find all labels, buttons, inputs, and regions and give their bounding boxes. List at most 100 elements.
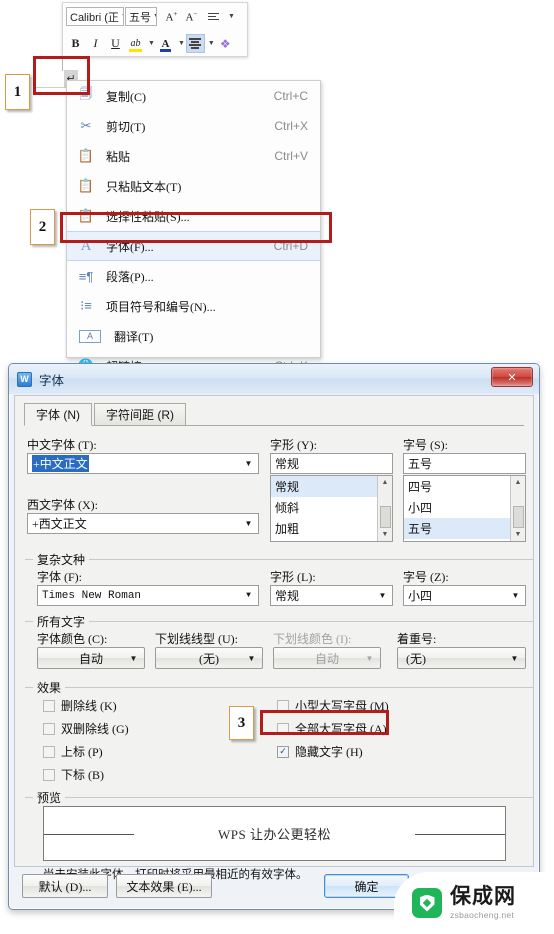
underline-color-combo: 自动 ▼ <box>273 647 381 669</box>
western-font-combo[interactable]: +西文正文 ▼ <box>27 513 259 534</box>
menu-item-label: 剪切(T) <box>106 119 146 134</box>
menu-item-paste[interactable]: 📋 粘贴 Ctrl+V <box>67 141 320 171</box>
chevron-down-icon[interactable]: ▼ <box>507 650 522 667</box>
checkbox-box[interactable]: ✓ <box>277 745 289 758</box>
font-color-button[interactable]: A <box>156 34 175 53</box>
emphasis-label: 着重号: <box>397 632 437 646</box>
list-item[interactable]: 五号 <box>404 518 525 539</box>
checkbox-box[interactable] <box>43 768 55 781</box>
checkbox-subscript[interactable]: 下标 (B) <box>43 765 223 784</box>
font-size-value: 五号 <box>408 457 433 471</box>
chevron-down-icon[interactable]: ▼ <box>241 515 256 532</box>
underline-button[interactable]: U <box>106 34 125 53</box>
checkbox-box[interactable] <box>43 722 55 735</box>
watermark-name-en: zsbaocheng.net <box>450 910 515 921</box>
font-color-value: 自动 <box>78 651 103 666</box>
close-icon: ✕ <box>507 371 517 384</box>
scroll-up-icon[interactable]: ▲ <box>515 476 522 489</box>
tab-font[interactable]: 字体 (N) <box>24 403 92 426</box>
cs-style-combo[interactable]: 常规 ▼ <box>270 585 393 606</box>
list-item[interactable]: 加粗 <box>271 518 392 539</box>
scissors-icon: ✂ <box>80 118 92 133</box>
checkbox-superscript[interactable]: 上标 (P) <box>43 742 223 761</box>
checkbox-box[interactable] <box>43 745 55 758</box>
chevron-down-icon[interactable]: ▼ <box>178 40 185 47</box>
scroll-down-icon[interactable]: ▼ <box>382 528 389 541</box>
chevron-down-icon[interactable]: ▼ <box>208 40 215 47</box>
checkbox-strikethrough[interactable]: 删除线 (K) <box>43 696 223 715</box>
cs-size-value: 小四 <box>408 589 433 603</box>
underline-style-combo[interactable]: (无) ▼ <box>155 647 263 669</box>
cs-size-combo[interactable]: 小四 ▼ <box>403 585 526 606</box>
scroll-down-icon[interactable]: ▼ <box>515 528 522 541</box>
tab-label: 字体 (N) <box>36 408 80 422</box>
emphasis-combo[interactable]: (无) ▼ <box>397 647 526 669</box>
menu-item-paste-text-only[interactable]: 📋 只粘贴文本(T) <box>67 171 320 201</box>
font-name-combo[interactable]: Calibri (正 ▼ <box>66 7 124 26</box>
grow-font-button[interactable]: A+ <box>162 7 181 26</box>
chevron-down-icon[interactable]: ▼ <box>508 587 523 604</box>
chevron-down-icon[interactable]: ▼ <box>375 587 390 604</box>
align-center-icon <box>189 38 202 49</box>
checkbox-double-strikethrough[interactable]: 双删除线 (G) <box>43 719 223 738</box>
font-style-listbox[interactable]: 常规 倾斜 加粗 ▲ ▼ <box>270 475 393 542</box>
font-size-input[interactable]: 五号 <box>403 453 526 474</box>
menu-item-cut[interactable]: ✂ 剪切(T) Ctrl+X <box>67 111 320 141</box>
chinese-font-value: +中文正文 <box>32 455 89 472</box>
checkbox-hidden-text[interactable]: ✓ 隐藏文字 (H) <box>277 742 477 761</box>
close-button[interactable]: ✕ <box>491 367 533 387</box>
clear-format-button[interactable] <box>202 7 225 26</box>
watermark-text: 保成网 zsbaocheng.net <box>450 886 516 920</box>
menu-item-bullets-numbering[interactable]: ⁝≡ 项目符号和编号(N)... <box>67 291 320 321</box>
default-button[interactable]: 默认 (D)... <box>22 874 108 898</box>
checkbox-label: 删除线 (K) <box>61 699 117 713</box>
font-size-listbox[interactable]: 四号 小四 五号 ▲ ▼ <box>403 475 526 542</box>
chevron-down-icon[interactable]: ▼ <box>126 650 141 667</box>
annotation-box-2 <box>60 212 332 243</box>
font-style-input[interactable]: 常规 <box>270 453 393 474</box>
effects-title: 效果 <box>33 679 66 696</box>
preview-rule-left <box>44 834 134 835</box>
underline-style-value: (无) <box>199 651 219 666</box>
font-size-label: 字号 (S): <box>403 438 449 452</box>
align-button[interactable] <box>185 34 205 53</box>
chevron-down-icon[interactable]: ▼ <box>241 587 256 604</box>
all-text-title: 所有文字 <box>33 613 90 630</box>
chevron-down-icon[interactable]: ▼ <box>228 13 235 20</box>
menu-item-translate[interactable]: A 翻译(T) <box>67 321 320 351</box>
menu-item-label: 段落(P)... <box>106 269 154 284</box>
highlight-button[interactable]: ab <box>126 34 145 53</box>
menu-item-paragraph[interactable]: ≡¶ 段落(P)... <box>67 261 320 291</box>
shrink-font-button[interactable]: A− <box>182 7 201 26</box>
chinese-font-combo[interactable]: +中文正文 ▼ <box>27 453 259 474</box>
list-item[interactable]: 四号 <box>404 476 525 497</box>
text-effects-button[interactable]: 文本效果 (E)... <box>116 874 212 898</box>
paragraph-icon: ≡¶ <box>78 268 94 284</box>
chevron-down-icon[interactable]: ▼ <box>244 650 259 667</box>
tab-character-spacing[interactable]: 字符间距 (R) <box>94 403 186 426</box>
highlight-icon: ab <box>130 38 141 49</box>
font-color-combo[interactable]: 自动 ▼ <box>37 647 145 669</box>
cs-font-combo[interactable]: Times New Roman ▼ <box>37 585 259 606</box>
scrollbar-thumb[interactable] <box>513 506 524 528</box>
group-divider <box>25 559 534 560</box>
list-item[interactable]: 倾斜 <box>271 497 392 518</box>
menu-item-copy[interactable]: 🗐 复制(C) Ctrl+C <box>67 81 320 111</box>
scroll-up-icon[interactable]: ▲ <box>382 476 389 489</box>
chevron-down-icon[interactable]: ▼ <box>148 40 155 47</box>
scrollbar[interactable]: ▲ ▼ <box>510 476 525 541</box>
font-size-combo[interactable]: 五号 ▼ <box>125 7 157 26</box>
highlight-color-swatch <box>129 49 142 52</box>
checkbox-label: 隐藏文字 (H) <box>295 745 363 759</box>
dialog-titlebar[interactable]: W 字体 ✕ <box>9 364 539 394</box>
list-item[interactable]: 常规 <box>271 476 392 497</box>
chevron-down-icon[interactable]: ▼ <box>241 455 256 472</box>
bold-button[interactable]: B <box>66 34 85 53</box>
scrollbar[interactable]: ▲ ▼ <box>377 476 392 541</box>
preview-sample-text: WPS 让办公更轻松 <box>211 824 338 843</box>
checkbox-box[interactable] <box>43 699 55 712</box>
scrollbar-thumb[interactable] <box>380 506 391 528</box>
format-painter-button[interactable]: ❖ <box>216 34 235 53</box>
italic-button[interactable]: I <box>86 34 105 53</box>
list-item[interactable]: 小四 <box>404 497 525 518</box>
